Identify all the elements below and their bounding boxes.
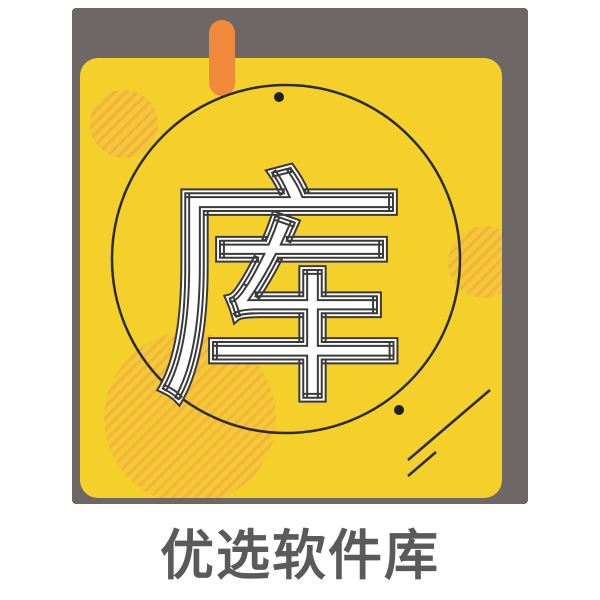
icon-glyph: 库 xyxy=(155,146,405,437)
library-icon: 库 xyxy=(72,8,528,504)
orbit-dot-top xyxy=(274,92,284,102)
app-icon[interactable]: 库 xyxy=(72,8,528,504)
app-name[interactable]: 优选软件库 xyxy=(0,510,600,590)
pin-icon xyxy=(209,20,235,96)
